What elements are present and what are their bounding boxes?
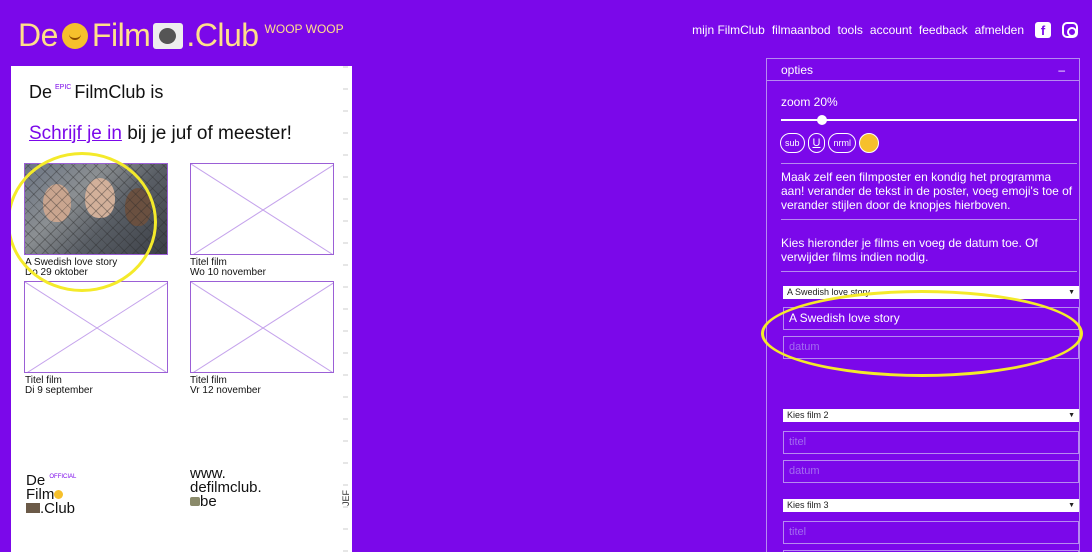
film-date-3: Di 9 september (25, 385, 93, 396)
smiley-emoji-icon (61, 23, 88, 49)
nav-account[interactable]: account (870, 23, 912, 37)
collapse-icon[interactable]: – (1058, 63, 1065, 77)
dropdown-caret-icon: ▼ (1068, 502, 1075, 509)
side-strip-decoration (343, 66, 348, 552)
poster-signup-line[interactable]: Schrijf je in bij je juf of meester! (29, 123, 292, 145)
nav-afmelden[interactable]: afmelden (975, 23, 1024, 37)
fence-overlay (25, 164, 167, 254)
site-logo[interactable]: De Film .Club WOOP WOOP (18, 18, 344, 52)
film-poster-image[interactable] (24, 163, 168, 255)
placeholder-cross-icon (191, 164, 333, 254)
divider (781, 219, 1077, 220)
smiley-emoji-icon (54, 490, 64, 499)
poster-heading[interactable]: De EPIC FilmClub is (29, 82, 163, 103)
signup-rest-text: bij je juf of meester! (127, 123, 292, 144)
zoom-label: zoom 20% (781, 95, 838, 109)
film-date-1: Do 29 oktober (25, 267, 88, 278)
zoom-slider-knob[interactable] (817, 115, 827, 125)
sub-button[interactable]: sub (780, 133, 805, 153)
film-caption-1[interactable]: A Swedish love story Do 29 oktober (25, 258, 117, 278)
instagram-icon[interactable] (1062, 22, 1078, 38)
film-placeholder-3[interactable] (24, 281, 168, 373)
nav-mijn-filmclub[interactable]: mijn FilmClub (692, 23, 765, 37)
nav-filmaanbod[interactable]: filmaanbod (772, 23, 831, 37)
official-tag: OFFICIAL (49, 474, 77, 480)
film-select-3[interactable]: Kies film 3 ▼ (783, 499, 1079, 512)
epic-tag: EPIC (55, 84, 72, 91)
dropdown-caret-icon: ▼ (1068, 289, 1075, 296)
film-caption-3[interactable]: Titel film Di 9 september (25, 376, 93, 396)
film-placeholder-4[interactable] (190, 281, 334, 373)
snail-emoji-icon (190, 497, 200, 506)
options-panel: opties – zoom 20% sub U nrml Maak zelf e… (761, 58, 1083, 552)
film-select-1[interactable]: A Swedish love story ▼ (783, 286, 1079, 299)
film-select-2[interactable]: Kies film 2 ▼ (783, 409, 1079, 422)
signup-link[interactable]: Schrijf je in (29, 123, 122, 144)
film-still-icon (153, 23, 184, 49)
film-title-input-1[interactable]: A Swedish love story (783, 307, 1079, 330)
logo-tagline: WOOP WOOP (264, 22, 344, 36)
side-credit-text: JEF (341, 490, 351, 507)
options-panel-header[interactable]: opties – (767, 59, 1079, 81)
film-date-4: Vr 12 november (190, 385, 261, 396)
format-buttons: sub U nrml (780, 133, 879, 153)
placeholder-cross-icon (191, 282, 333, 372)
instructions-poster: Maak zelf een filmposter en kondig het p… (781, 170, 1073, 212)
film-title-input-3[interactable]: titel (783, 521, 1079, 544)
footer-url-line3: be (200, 493, 217, 510)
film-select-1-value: A Swedish love story (787, 287, 871, 297)
normal-button[interactable]: nrml (828, 133, 856, 153)
logo-film: Film (91, 17, 151, 53)
poster-heading-rest: FilmClub is (74, 82, 164, 102)
footer-logo: De OFFICIAL Film .Club (26, 470, 76, 516)
logo-club: .Club (186, 17, 259, 53)
film-date-input-1[interactable]: datum (783, 336, 1079, 359)
options-title: opties (781, 63, 814, 77)
instructions-films: Kies hieronder je films en voeg de datum… (781, 236, 1038, 264)
film-select-2-value: Kies film 2 (787, 410, 829, 420)
film-title-input-2[interactable]: titel (783, 431, 1079, 454)
film-caption-2[interactable]: Titel film Wo 10 november (190, 258, 266, 278)
film-placeholder-2[interactable] (190, 163, 334, 255)
footer-url: www. defilmclub. be (190, 466, 262, 510)
poster-heading-de: De (29, 82, 53, 102)
annotation-ellipse-panel (761, 290, 1083, 377)
film-date-2: Wo 10 november (190, 267, 266, 278)
footer-logo-club: .Club (40, 500, 76, 517)
dropdown-caret-icon: ▼ (1068, 412, 1075, 419)
underline-button[interactable]: U (807, 133, 826, 153)
nav-tools[interactable]: tools (838, 23, 863, 37)
film-select-3-value: Kies film 3 (787, 500, 829, 510)
divider (781, 271, 1077, 272)
logo-de: De (18, 17, 58, 53)
emoji-button[interactable] (858, 133, 879, 153)
poster-canvas[interactable]: De EPIC FilmClub is Schrijf je in bij je j… (11, 66, 352, 552)
top-navigation: mijn FilmClub filmaanbod tools account f… (692, 22, 1078, 38)
film-still-icon (26, 503, 40, 513)
zoom-slider[interactable] (781, 115, 1077, 125)
divider (781, 163, 1077, 164)
placeholder-cross-icon (25, 282, 167, 372)
film-date-input-2[interactable]: datum (783, 460, 1079, 483)
nav-feedback[interactable]: feedback (919, 23, 968, 37)
film-caption-4[interactable]: Titel film Vr 12 november (190, 376, 261, 396)
facebook-icon[interactable]: f (1035, 22, 1051, 38)
